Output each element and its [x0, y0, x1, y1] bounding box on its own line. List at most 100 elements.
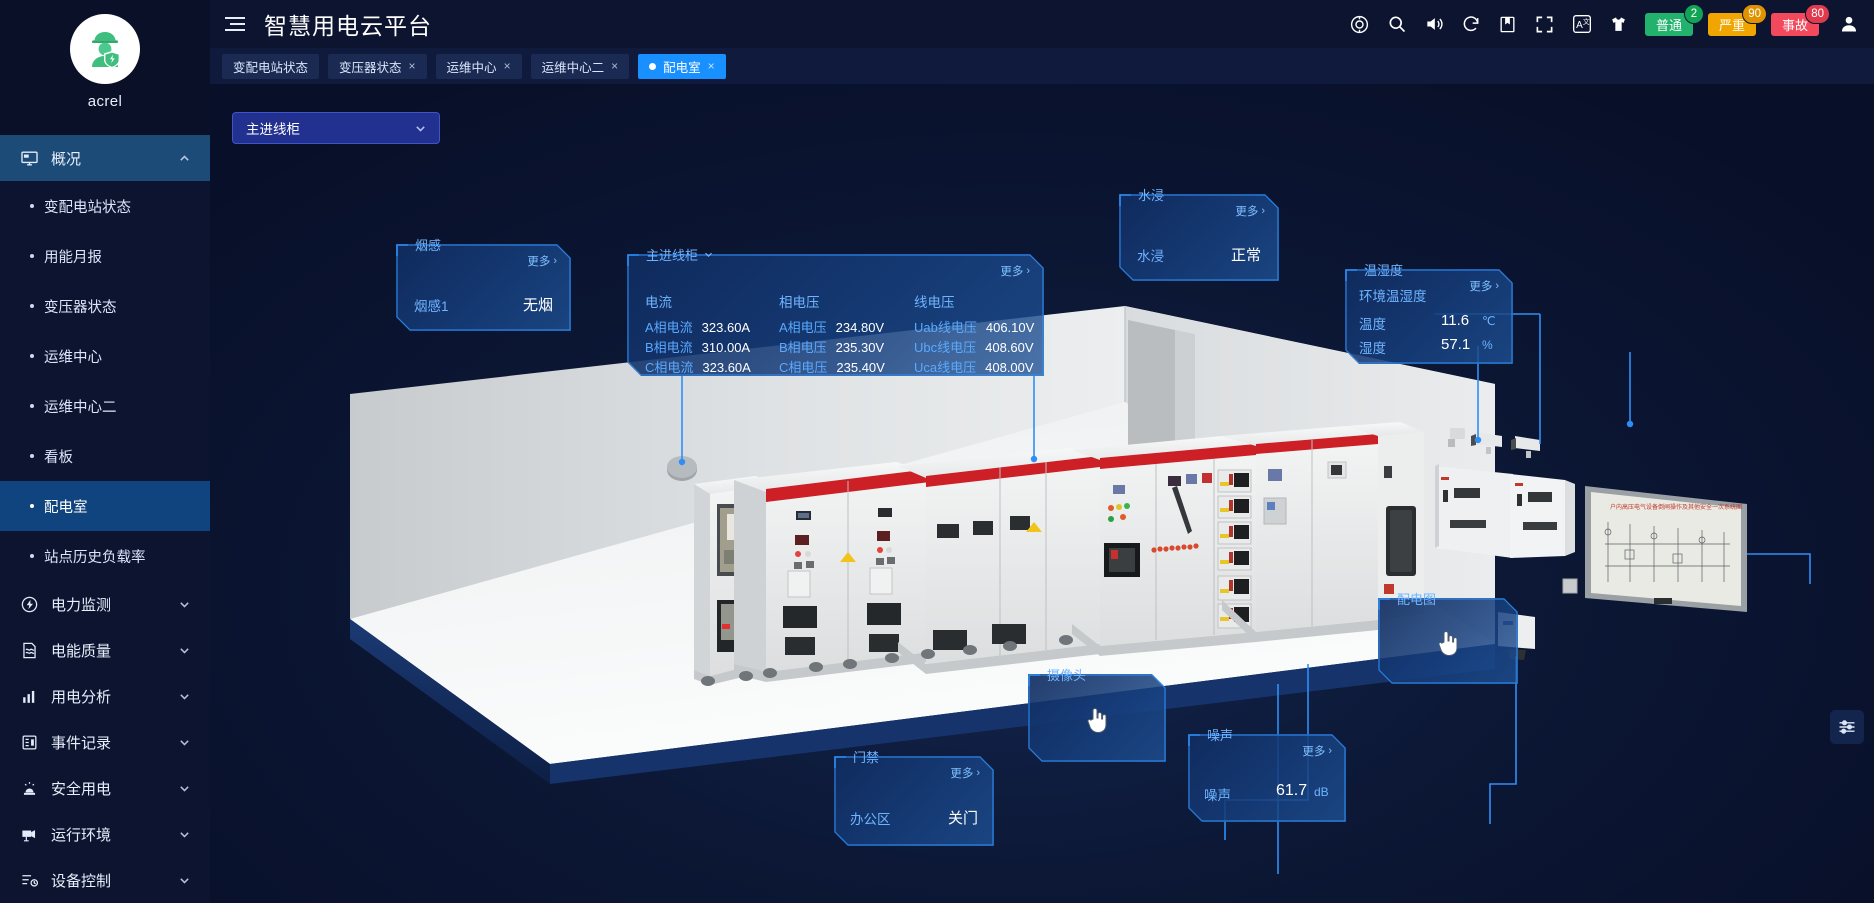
sidebar-item-label: 运维中心二 [44, 399, 117, 416]
chevron-down-icon [705, 252, 712, 257]
sidebar-item-label: 运维中心 [44, 349, 102, 366]
bookmark-icon[interactable] [1497, 13, 1519, 35]
refresh-icon[interactable] [1460, 13, 1482, 35]
col-head-phase-voltage: 相电压 [779, 295, 820, 310]
sidebar-item-3[interactable]: 运维中心 [0, 331, 210, 381]
tab-3[interactable]: 运维中心二 × [530, 53, 630, 79]
control-icon [20, 871, 39, 890]
alarm-badge-severe-count: 90 [1742, 3, 1767, 24]
card-water-immersion-more[interactable]: 更多 › [1235, 203, 1265, 219]
card-water-immersion[interactable]: 水浸 更多 › 水浸 正常 [1119, 188, 1279, 281]
chevron-right-icon: › [1328, 745, 1332, 757]
chevron-right-icon: › [976, 767, 980, 779]
sidebar-item-label: 变压器状态 [44, 299, 117, 316]
header-actions: A 文 普通 2 严重 90 事故 80 [1349, 0, 1874, 48]
hamburger-icon[interactable] [222, 11, 248, 37]
card-noise-more[interactable]: 更多 › [1302, 743, 1332, 759]
alarm-badge-severe[interactable]: 严重 90 [1707, 3, 1767, 36]
chevron-down-icon [180, 601, 189, 608]
row-line-voltage-ca: Uca线电压 408.00V [914, 360, 1034, 375]
worker-helmet-shield-avatar-icon [92, 32, 120, 68]
chevron-down-icon [180, 647, 189, 654]
sidebar-item-4[interactable]: 运维中心二 [0, 381, 210, 431]
siren-icon [20, 779, 39, 798]
card-smoke-row-key: 烟感1 [414, 299, 449, 314]
tab-close-icon[interactable]: × [504, 59, 511, 73]
card-smoke[interactable]: 烟感 更多 › 烟感1 无烟 [396, 238, 571, 331]
sidebar-item-label: 变配电站状态 [44, 199, 131, 216]
target-icon[interactable] [1349, 13, 1371, 35]
avatar[interactable] [70, 14, 140, 84]
sliders-icon[interactable] [1830, 710, 1864, 744]
sidebar-item-0[interactable]: 变配电站状态 [0, 181, 210, 231]
wall-schematic-board[interactable]: 户内高压电气设备倒闸操作及其他安全一次系统图 [1585, 486, 1747, 612]
tab-4[interactable]: 配电室 × [638, 53, 726, 79]
sidebar-group-wave[interactable]: 电能质量 [0, 627, 210, 673]
card-access-control[interactable]: 门禁 更多 › 办公区 关门 [834, 750, 994, 846]
row-humidity-unit: % [1482, 338, 1493, 352]
card-main-cabinet-more[interactable]: 更多 › [1000, 263, 1030, 279]
row-phase-voltage-c: C相电压 235.40V [779, 360, 885, 375]
search-icon[interactable] [1386, 13, 1408, 35]
card-temp-humidity[interactable]: 温湿度 环境温湿度 更多 › 温度 11.6 ℃ 湿度 57.1 % [1345, 263, 1513, 364]
fullscreen-icon[interactable] [1534, 13, 1556, 35]
sidebar-item-6[interactable]: 配电室 [0, 481, 210, 531]
tab-2[interactable]: 运维中心 × [435, 53, 522, 79]
tab-close-icon[interactable]: × [708, 59, 715, 73]
card-camera[interactable]: 摄像头 [1028, 668, 1166, 762]
hand-pointer-icon [1087, 707, 1107, 733]
sidebar-group-overview[interactable]: 概况 [0, 135, 210, 181]
theme-shirt-icon[interactable] [1608, 13, 1630, 35]
card-temp-humidity-more[interactable]: 更多 › [1469, 278, 1499, 294]
sidebar-group-label: 运行环境 [51, 826, 112, 844]
wave-icon [20, 641, 39, 660]
sidebar-item-2[interactable]: 变压器状态 [0, 281, 210, 331]
alarm-badge-severe-label: 严重 [1718, 17, 1745, 33]
chevron-right-icon: › [1495, 280, 1499, 292]
sidebar-group-bolt[interactable]: 电力监测 [0, 581, 210, 627]
distribution-room-3d-scene[interactable]: 户内高压电气设备倒闸操作及其他安全一次系统图 [210, 84, 1874, 903]
alarm-badge-accident[interactable]: 事故 80 [1770, 3, 1830, 36]
cabinet-selector-dropdown[interactable]: 主进线柜 [232, 112, 440, 144]
card-access-control-more[interactable]: 更多 › [950, 765, 980, 781]
wall-control-cabinet-right [1510, 474, 1578, 594]
sidebar-group-camera[interactable]: 运行环境 [0, 811, 210, 857]
card-distribution-diagram[interactable]: 配电图 [1378, 592, 1518, 684]
alarm-badge-accident-label: 事故 [1781, 17, 1808, 33]
translate-icon[interactable]: A 文 [1571, 13, 1593, 35]
tab-label: 变配电站状态 [233, 60, 309, 75]
card-main-cabinet-title[interactable]: 主进线柜 [641, 245, 718, 264]
stage: 户内高压电气设备倒闸操作及其他安全一次系统图 主进线柜 烟感 更多 › 烟感1 … [210, 84, 1874, 903]
row-line-voltage-ab: Uab线电压 406.10V [914, 320, 1035, 335]
col-head-current: 电流 [645, 295, 672, 310]
tab-close-icon[interactable]: × [409, 59, 416, 73]
card-noise-title: 噪声 [1207, 728, 1234, 743]
sidebar-group-clipboard[interactable]: 事件记录 [0, 719, 210, 765]
tab-0[interactable]: 变配电站状态 [222, 53, 320, 79]
row-humidity-value: 57.1 [1441, 336, 1471, 353]
alarm-badge-normal[interactable]: 普通 2 [1644, 3, 1704, 36]
tab-close-icon[interactable]: × [611, 59, 618, 73]
card-smoke-more[interactable]: 更多 › [527, 253, 557, 269]
card-main-cabinet[interactable]: 主进线柜 更多 › 电流 相电压 线电压 A相电流 323.60A B相电流 310.… [627, 248, 1044, 376]
sidebar-item-7[interactable]: 站点历史负载率 [0, 531, 210, 581]
tab-1[interactable]: 变压器状态 × [328, 53, 427, 79]
bar-chart-icon [20, 687, 39, 706]
tab-label: 运维中心 [446, 60, 497, 75]
sidebar: acrel 概况变配电站状态用能月报变压器状态运维中心运维中心二看板 配电室 站点历… [0, 0, 210, 903]
user-avatar-icon[interactable] [1838, 13, 1860, 35]
sidebar-group-control[interactable]: 设备控制 [0, 857, 210, 903]
sound-icon[interactable] [1423, 13, 1445, 35]
svg-text:文: 文 [1583, 17, 1590, 26]
sidebar-group-label: 用电分析 [51, 688, 112, 706]
card-noise-row-unit: dB [1314, 785, 1329, 799]
row-temperature-value: 11.6 [1441, 312, 1470, 329]
sidebar-item-1[interactable]: 用能月报 [0, 231, 210, 281]
sidebar-group-siren[interactable]: 安全用电 [0, 765, 210, 811]
card-noise[interactable]: 噪声 更多 › 噪声 61.7 dB [1188, 728, 1346, 822]
sidebar-group-bar-chart[interactable]: 用电分析 [0, 673, 210, 719]
profile-block: acrel [0, 0, 210, 135]
row-current-c: C相电流 323.60A [645, 360, 751, 375]
bolt-icon [20, 595, 39, 614]
sidebar-item-5[interactable]: 看板 [0, 431, 210, 481]
